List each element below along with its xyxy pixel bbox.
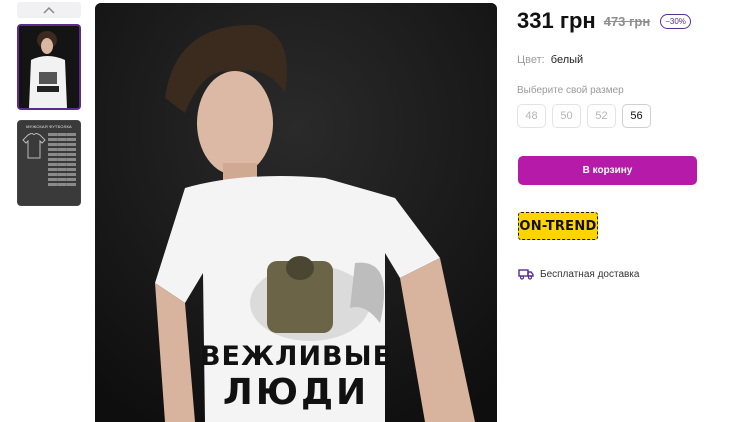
add-to-cart-button[interactable]: В корзину [518,156,697,185]
free-delivery-text: Бесплатная доставка [540,268,640,280]
color-label: Цвет: [517,54,545,66]
chevron-up-icon [43,6,55,14]
size-option-50[interactable]: 50 [552,104,581,128]
size-label: Выберите свой размер [517,85,624,96]
size-option-52[interactable]: 52 [587,104,616,128]
current-price: 331 грн [517,8,596,33]
size-option-56[interactable]: 56 [622,104,651,128]
product-page: МУЖСКАЯ ФУТБОЛКА ВЕЖЛИВЫЕ ЛЮДИ 331 грн 4… [0,0,751,422]
size-options: 48 50 52 56 [517,104,651,128]
thumbnail-size-chart[interactable]: МУЖСКАЯ ФУТБОЛКА [17,120,81,206]
free-delivery-info: Бесплатная доставка [518,268,639,280]
size-chart-title: МУЖСКАЯ ФУТБОЛКА [26,124,72,129]
price-row: 331 грн 473 грн −30% [517,8,691,34]
thumbnail-model-photo[interactable] [17,24,81,110]
color-value: белый [550,54,584,66]
color-row: Цвет: белый [517,54,583,66]
main-product-photo[interactable]: ВЕЖЛИВЫЕ ЛЮДИ [95,3,497,422]
thumbnails-scroll-up-button[interactable] [17,2,81,18]
size-option-48[interactable]: 48 [517,104,546,128]
discount-badge: −30% [660,13,691,29]
size-chart-table [48,133,77,188]
tshirt-outline-icon [22,133,46,159]
old-price: 473 грн [603,13,651,29]
shirt-print-line2: ЛЮДИ [222,372,370,413]
delivery-truck-icon [518,269,534,280]
shirt-print-line1: ВЕЖЛИВЫЕ [199,341,393,372]
on-trend-badge: ON-TREND [518,212,598,240]
thumbnail-model-image [19,26,79,108]
